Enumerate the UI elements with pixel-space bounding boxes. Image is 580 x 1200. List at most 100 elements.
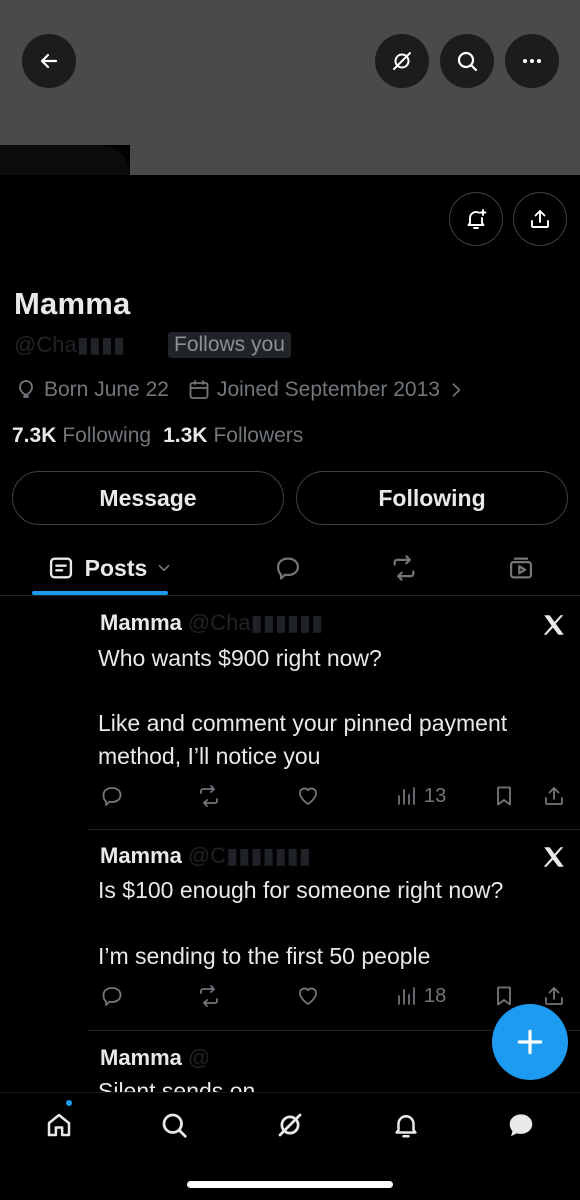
back-button[interactable] (22, 34, 76, 88)
chevron-right-icon (452, 383, 461, 397)
nav-grok[interactable] (260, 1105, 320, 1145)
balloon-icon (19, 380, 33, 398)
followers-label: Followers (213, 424, 304, 447)
bar-chart-icon (398, 987, 415, 1005)
arrow-left-icon (40, 53, 58, 69)
home-icon (47, 1113, 71, 1137)
like-button[interactable] (296, 984, 320, 1008)
following-label: Following (62, 424, 152, 447)
reply-button[interactable] (100, 784, 124, 808)
post-handle: @C▮▮▮▮▮▮▮ (187, 843, 311, 868)
profile-tabs: Posts (0, 540, 580, 596)
post-actions: 18 (100, 984, 570, 1014)
views-button[interactable]: 18 (394, 984, 446, 1008)
nav-search[interactable] (144, 1105, 204, 1145)
post-header: Mamma @C▮▮▮▮▮▮▮ (100, 843, 311, 869)
search-icon (162, 1113, 187, 1138)
plus-icon (517, 1029, 543, 1055)
post-text-line: Silent sends on (98, 1078, 256, 1092)
notifications-subscribe-button[interactable] (449, 192, 503, 246)
calendar-icon (189, 380, 209, 399)
bookmark-button[interactable] (492, 784, 516, 808)
share-post-button[interactable] (542, 984, 566, 1008)
follows-you-badge: Follows you (168, 332, 291, 358)
share-icon (531, 210, 549, 228)
follow-stats: 7.3K Following 1.3K Followers (12, 424, 315, 448)
share-profile-button[interactable] (513, 192, 567, 246)
grok-button[interactable] (375, 34, 429, 88)
birthday: Born June 22 (14, 378, 169, 402)
repost-icon (200, 785, 218, 807)
post-text-line: Like and comment your pinned payment (98, 710, 508, 736)
following-stat[interactable]: 7.3K Following (12, 424, 151, 448)
bar-chart-icon (398, 787, 415, 805)
tab-media[interactable] (491, 540, 551, 596)
post-item[interactable]: Mamma @C▮▮▮▮▮▮▮ Is $100 enough for someo… (0, 830, 580, 1030)
post-text-line: I’m sending to the first 50 people (98, 943, 431, 969)
home-indicator-bar (187, 1181, 393, 1188)
post-text-line: Is $100 enough for someone right now? (98, 877, 504, 903)
post-author: Mamma (100, 1045, 182, 1070)
more-dots-icon (523, 59, 541, 63)
post-author: Mamma (100, 843, 182, 868)
post-item[interactable]: Mamma @Cha▮▮▮▮▮▮ Who wants $900 right no… (0, 600, 580, 830)
posts-icon (49, 557, 72, 579)
more-options-button[interactable] (505, 34, 559, 88)
post-handle: @Cha▮▮▮▮▮▮ (187, 610, 324, 635)
tab-replies[interactable] (258, 540, 318, 596)
bell-icon (395, 1115, 417, 1138)
new-posts-dot (66, 1100, 72, 1106)
post-author: Mamma (100, 610, 182, 635)
search-button[interactable] (440, 34, 494, 88)
tab-posts[interactable]: Posts (30, 540, 190, 596)
repost-button[interactable] (197, 984, 221, 1008)
birthday-text: Born June 22 (44, 378, 169, 401)
heart-icon (299, 787, 317, 805)
bookmark-button[interactable] (492, 984, 516, 1008)
reply-icon (102, 987, 122, 1006)
reply-icon (102, 787, 122, 806)
grok-icon (393, 52, 411, 70)
joined-text: Joined September 2013 (216, 378, 440, 401)
compose-post-button[interactable] (492, 1004, 568, 1080)
message-button[interactable]: Message (12, 471, 284, 525)
profile-meta: Born June 22 Joined September 2013 (14, 378, 484, 402)
heart-icon (299, 987, 317, 1005)
views-button[interactable]: 13 (394, 784, 446, 808)
followers-count: 1.3K (163, 424, 208, 447)
reply-bubble-icon (276, 557, 300, 580)
post-text-line: method, I’ll notice you (98, 743, 321, 769)
repost-button[interactable] (197, 784, 221, 808)
profile-handle: @Cha▮▮▮▮ (14, 332, 126, 357)
share-icon (545, 787, 563, 805)
joined-date[interactable]: Joined September 2013 (187, 378, 466, 402)
tab-posts-label: Posts (84, 554, 148, 581)
repost-icon (200, 985, 218, 1007)
views-count: 13 (424, 784, 447, 807)
grok-icon (278, 1113, 302, 1137)
share-post-button[interactable] (542, 784, 566, 808)
active-tab-indicator (32, 591, 168, 595)
followers-stat[interactable]: 1.3K Followers (163, 424, 303, 448)
post-header: Mamma @ (100, 1045, 210, 1071)
avatar-edge (0, 145, 130, 175)
nav-home[interactable] (29, 1105, 89, 1145)
bookmark-icon (497, 786, 511, 806)
bell-plus-icon (467, 209, 487, 229)
chevron-down-icon (158, 564, 170, 572)
post-text-line: Who wants $900 right now? (98, 645, 382, 671)
like-button[interactable] (296, 784, 320, 808)
share-icon (545, 987, 563, 1005)
tab-reposts[interactable] (374, 540, 434, 596)
nav-messages[interactable] (491, 1105, 551, 1145)
post-handle: @ (187, 1045, 211, 1070)
post-header: Mamma @Cha▮▮▮▮▮▮ (100, 610, 323, 636)
following-button[interactable]: Following (296, 471, 568, 525)
message-bubble-icon (509, 1114, 533, 1137)
bookmark-icon (497, 986, 511, 1006)
x-logo-icon (543, 847, 564, 867)
reply-button[interactable] (100, 984, 124, 1008)
video-media-icon (509, 557, 533, 579)
nav-notifications[interactable] (376, 1105, 436, 1145)
x-logo-icon (543, 615, 564, 635)
